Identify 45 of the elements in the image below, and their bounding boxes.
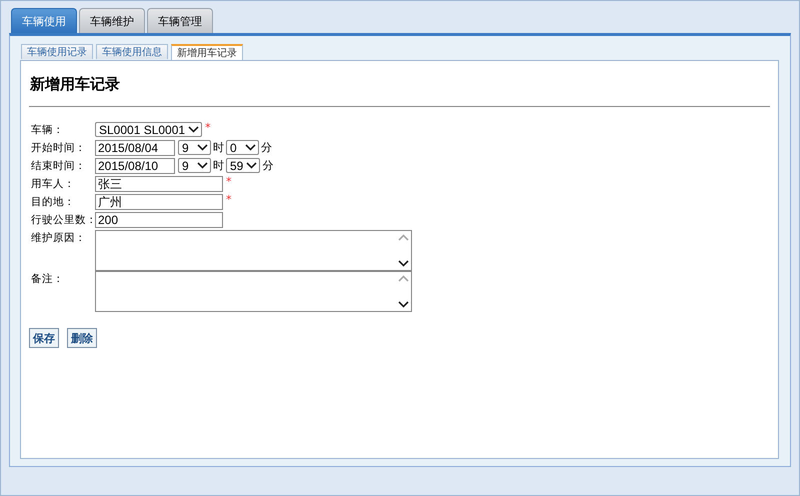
dropdown[interactable]: 59 xyxy=(226,158,260,173)
delete-button[interactable]: 删除 xyxy=(67,328,97,348)
unit-label: 分 xyxy=(262,158,274,174)
unit-label: 分 xyxy=(261,140,272,156)
tab[interactable]: 车辆管理 xyxy=(147,8,213,33)
dropdown[interactable]: 9 xyxy=(178,158,211,173)
input-field[interactable]: 200 xyxy=(95,212,223,228)
text-area[interactable] xyxy=(95,271,412,312)
required-mark: * xyxy=(226,194,232,206)
save-button[interactable]: 保存 xyxy=(29,328,59,348)
chevron-down-icon xyxy=(245,144,256,151)
field-label: 维护原因： xyxy=(31,231,87,246)
field-label: 用车人： xyxy=(31,177,76,192)
dropdown[interactable]: 9 xyxy=(178,140,211,155)
tab[interactable]: 车辆维护 xyxy=(79,8,145,33)
tab[interactable]: 车辆使用信息 xyxy=(96,44,168,59)
tab[interactable]: 车辆使用记录 xyxy=(21,44,93,59)
input-field[interactable]: 广州 xyxy=(95,194,223,210)
chevron-down-icon xyxy=(246,162,258,169)
chevron-down-icon xyxy=(188,126,200,133)
chevron-down-icon xyxy=(398,260,409,267)
required-mark: * xyxy=(226,176,232,188)
dropdown[interactable]: SL0001 SL0001 xyxy=(95,122,202,137)
required-mark: * xyxy=(205,122,211,134)
unit-label: 时 xyxy=(213,140,224,156)
input-field[interactable]: 张三 xyxy=(95,176,223,192)
text-area[interactable] xyxy=(95,230,412,271)
unit-label: 时 xyxy=(213,158,224,174)
tab[interactable]: 新增用车记录 xyxy=(171,44,243,60)
form-title: 新增用车记录 xyxy=(29,75,770,107)
tab[interactable]: 车辆使用 xyxy=(11,8,77,33)
date-field[interactable]: 2015/08/04 xyxy=(95,140,175,156)
dropdown[interactable]: 0 xyxy=(226,140,259,155)
field-label: 行驶公里数： xyxy=(31,213,95,228)
chevron-up-icon xyxy=(398,234,409,241)
chevron-up-icon xyxy=(398,275,409,282)
field-label: 备注： xyxy=(31,272,65,287)
field-label: 结束时间： xyxy=(31,159,87,174)
chevron-down-icon xyxy=(197,162,208,169)
chevron-down-icon xyxy=(398,301,409,308)
chevron-down-icon xyxy=(197,144,208,151)
field-label: 车辆： xyxy=(31,123,65,138)
date-field[interactable]: 2015/08/10 xyxy=(95,158,175,174)
field-label: 开始时间： xyxy=(31,141,87,156)
field-label: 目的地： xyxy=(31,195,76,210)
